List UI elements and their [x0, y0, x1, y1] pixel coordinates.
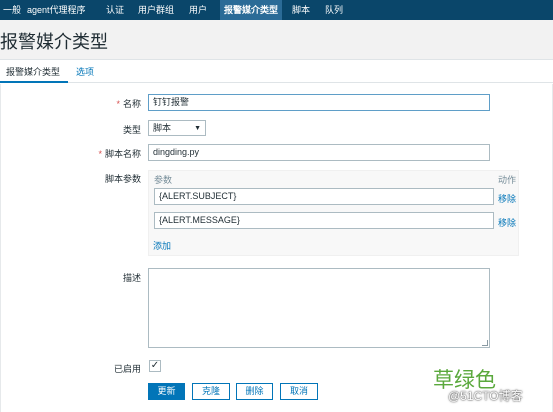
- enabled-checkbox[interactable]: ✓: [149, 360, 161, 372]
- action-column-header: 动作: [498, 175, 517, 185]
- description-label: 描述: [122, 273, 141, 283]
- required-asterisk: *: [98, 149, 102, 159]
- clone-button[interactable]: 克隆: [192, 383, 230, 400]
- script-name-label: * 脚本名称: [98, 149, 141, 159]
- tab-bar: 报警媒介类型 选项: [0, 60, 553, 83]
- name-label: * 名称: [116, 99, 141, 109]
- tab-media-type[interactable]: 报警媒介类型: [0, 65, 68, 83]
- tab-options[interactable]: 选项: [76, 65, 94, 83]
- script-params-label: 脚本参数: [104, 174, 141, 184]
- type-select-value: 脚本: [153, 123, 172, 133]
- nav-item-agent-proxy[interactable]: agent代理程序: [27, 0, 86, 20]
- nav-item-general[interactable]: 一般: [0, 0, 21, 20]
- name-input[interactable]: 钉钉报警: [148, 94, 490, 111]
- top-navigation: 一般 agent代理程序 认证 用户群组 用户 报警媒介类型 脚本 队列: [0, 0, 553, 20]
- dropdown-arrow-icon: ▼: [194, 125, 201, 132]
- type-select[interactable]: 脚本 ▼: [148, 120, 206, 136]
- nav-item-user-groups[interactable]: 用户群组: [138, 0, 174, 20]
- type-label: 类型: [122, 125, 141, 135]
- delete-button[interactable]: 删除: [236, 383, 273, 400]
- script-param-input[interactable]: {ALERT.MESSAGE}: [154, 212, 494, 229]
- nav-item-authentication[interactable]: 认证: [106, 0, 124, 20]
- page-title: 报警媒介类型: [0, 32, 108, 52]
- nav-item-media-types[interactable]: 报警媒介类型: [220, 0, 282, 20]
- site-watermark: @51CTO博客: [448, 389, 523, 403]
- update-button[interactable]: 更新: [148, 383, 185, 400]
- required-asterisk: *: [116, 99, 120, 109]
- checkmark-icon: ✓: [150, 360, 160, 371]
- cancel-button[interactable]: 取消: [280, 383, 318, 400]
- add-param-link[interactable]: 添加: [153, 239, 171, 252]
- script-param-input[interactable]: {ALERT.SUBJECT}: [154, 188, 494, 205]
- nav-item-users[interactable]: 用户: [189, 0, 207, 20]
- nav-item-queue[interactable]: 队列: [325, 0, 343, 20]
- page-header: 报警媒介类型: [0, 20, 553, 60]
- param-column-header: 参数: [154, 175, 173, 185]
- nav-item-scripts[interactable]: 脚本: [292, 0, 310, 20]
- description-textarea[interactable]: [148, 268, 490, 348]
- resize-handle-icon[interactable]: [482, 340, 488, 346]
- remove-param-link[interactable]: 移除: [498, 216, 516, 229]
- enabled-label: 已启用: [113, 364, 141, 374]
- remove-param-link[interactable]: 移除: [498, 192, 516, 205]
- script-name-input[interactable]: dingding.py: [148, 144, 490, 161]
